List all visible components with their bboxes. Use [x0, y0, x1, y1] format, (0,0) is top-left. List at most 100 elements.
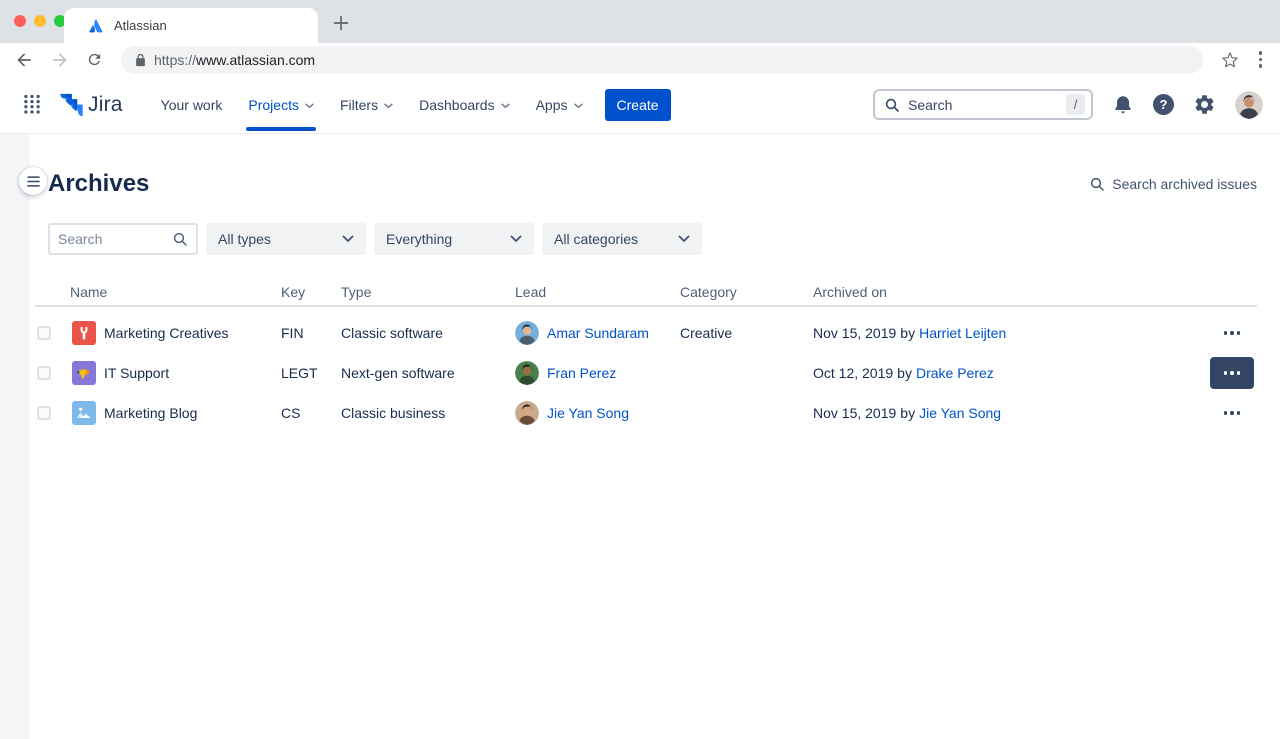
project-name-cell: Marketing Creatives — [70, 321, 281, 345]
lead-cell: Fran Perez — [515, 361, 680, 385]
column-category: Category — [680, 284, 813, 300]
reload-button[interactable] — [86, 51, 103, 68]
table-header-row: Name Key Type Lead Category Archived on — [35, 279, 1257, 307]
tab-title: Atlassian — [114, 18, 167, 33]
chevron-down-icon — [678, 235, 690, 243]
row-checkbox[interactable] — [37, 366, 51, 380]
chevron-down-icon — [501, 103, 510, 109]
table-row: IT Support LEGT Next-gen software — [35, 353, 1257, 393]
app-switcher-icon — [23, 94, 41, 115]
overflow-menu-icon — [1255, 47, 1267, 72]
project-name[interactable]: Marketing Creatives — [104, 325, 229, 341]
jira-logo-icon — [59, 93, 83, 117]
new-tab-button[interactable] — [328, 10, 354, 36]
archived-projects-table: Name Key Type Lead Category Archived on — [35, 279, 1257, 433]
browser-tab[interactable]: Atlassian — [64, 8, 318, 43]
page-title: Archives — [48, 170, 149, 198]
help-button[interactable]: ? — [1153, 94, 1174, 115]
app-switcher-button[interactable] — [23, 94, 41, 115]
more-actions-button[interactable] — [1210, 397, 1254, 429]
archived-by-link[interactable]: Drake Perez — [916, 365, 994, 381]
search-icon — [172, 231, 188, 247]
chevron-down-icon — [384, 103, 393, 109]
archived-on-cell: Oct 12, 2019 by Drake Perez — [813, 365, 1207, 381]
back-icon — [14, 50, 34, 70]
project-name-cell: IT Support — [70, 361, 281, 385]
more-actions-button[interactable] — [1210, 317, 1254, 349]
project-name[interactable]: Marketing Blog — [104, 405, 197, 421]
search-archived-issues-link[interactable]: Search archived issues — [1089, 176, 1257, 192]
forward-button[interactable] — [50, 50, 70, 70]
wrench-icon — [72, 321, 96, 345]
lead-link[interactable]: Jie Yan Song — [547, 405, 629, 421]
project-name[interactable]: IT Support — [104, 365, 169, 381]
project-type: Classic software — [341, 325, 515, 341]
product-name: Jira — [88, 93, 123, 117]
search-placeholder: Search — [908, 97, 1058, 113]
menu-icon — [27, 176, 40, 187]
chevron-down-icon — [510, 235, 522, 243]
project-key: CS — [281, 405, 341, 421]
lead-link[interactable]: Fran Perez — [547, 365, 616, 381]
categories-filter-dropdown[interactable]: All categories — [542, 223, 702, 255]
nav-projects[interactable]: Projects — [240, 76, 322, 133]
filter-search-field[interactable] — [48, 223, 198, 255]
address-bar[interactable]: https://www.atlassian.com — [121, 46, 1203, 74]
user-avatar[interactable] — [1235, 91, 1263, 119]
back-button[interactable] — [14, 50, 34, 70]
archived-by-link[interactable]: Harriet Leijten — [919, 325, 1006, 341]
collapsed-sidebar — [0, 134, 30, 739]
global-search[interactable]: Search / — [873, 89, 1093, 120]
nav-filters[interactable]: Filters — [332, 76, 401, 133]
table-row: Marketing Creatives FIN Classic software — [35, 313, 1257, 353]
drill-icon — [72, 361, 96, 385]
chevron-down-icon — [342, 235, 354, 243]
search-shortcut-badge: / — [1066, 94, 1085, 115]
archived-on-cell: Nov 15, 2019 by Jie Yan Song — [813, 405, 1207, 421]
column-lead: Lead — [515, 284, 680, 300]
star-icon — [1221, 51, 1239, 69]
header-right-cluster: Search / ? — [873, 89, 1263, 120]
close-window-button[interactable] — [14, 15, 26, 27]
avatar — [515, 361, 539, 385]
archived-date: Oct 12, 2019 — [813, 365, 893, 381]
table-body: Marketing Creatives FIN Classic software — [35, 307, 1257, 433]
search-icon — [1089, 176, 1105, 192]
by-label: by — [897, 365, 912, 381]
notifications-button[interactable] — [1112, 94, 1134, 116]
archives-page: Archives Search archived issues All typ — [0, 134, 1280, 739]
archived-by-link[interactable]: Jie Yan Song — [919, 405, 1001, 421]
archived-date: Nov 15, 2019 — [813, 325, 896, 341]
settings-button[interactable] — [1193, 93, 1216, 116]
minimize-window-button[interactable] — [34, 15, 46, 27]
settings-icon — [1193, 93, 1216, 116]
row-checkbox[interactable] — [37, 326, 51, 340]
browser-menu-button[interactable] — [1255, 47, 1267, 72]
more-actions-button[interactable] — [1210, 357, 1254, 389]
project-type: Classic business — [341, 405, 515, 421]
avatar — [515, 321, 539, 345]
expand-sidebar-button[interactable] — [19, 167, 47, 195]
scope-filter-dropdown[interactable]: Everything — [374, 223, 534, 255]
row-checkbox[interactable] — [37, 406, 51, 420]
project-key: FIN — [281, 325, 341, 341]
lead-link[interactable]: Amar Sundaram — [547, 325, 649, 341]
project-category: Creative — [680, 325, 813, 341]
project-type: Next-gen software — [341, 365, 515, 381]
window-controls — [14, 15, 66, 27]
types-filter-dropdown[interactable]: All types — [206, 223, 366, 255]
nav-apps[interactable]: Apps — [528, 76, 591, 133]
search-icon — [884, 97, 900, 113]
nav-dashboards[interactable]: Dashboards — [411, 76, 518, 133]
column-key: Key — [281, 284, 341, 300]
jira-logo[interactable]: Jira — [59, 93, 123, 117]
archived-on-cell: Nov 15, 2019 by Harriet Leijten — [813, 325, 1207, 341]
bookmark-star-button[interactable] — [1221, 51, 1239, 69]
filter-search-input[interactable] — [58, 231, 172, 247]
lock-icon — [135, 53, 146, 67]
jira-header: Jira Your work Projects Filters Dashboar… — [0, 76, 1280, 134]
create-button[interactable]: Create — [605, 89, 671, 121]
nav-your-work[interactable]: Your work — [153, 76, 231, 133]
column-type: Type — [341, 284, 515, 300]
main-nav: Your work Projects Filters Dashboards Ap… — [153, 76, 591, 133]
